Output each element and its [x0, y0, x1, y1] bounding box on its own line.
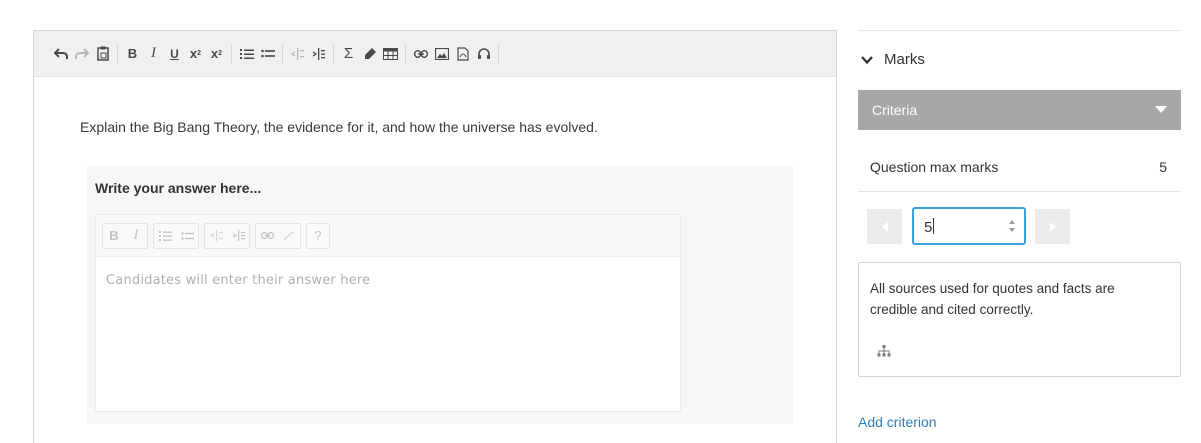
next-criterion-button[interactable] [1035, 209, 1070, 244]
answer-help-icon[interactable]: ? [307, 224, 329, 248]
max-marks-value: 5 [1159, 159, 1167, 175]
answer-area: Write your answer here... B I ? Candidat… [87, 166, 793, 424]
question-editor-page: B I U x2 x2 Σ Explain the Big Bang Theor… [0, 0, 1201, 443]
previous-criterion-button[interactable] [867, 209, 902, 244]
answer-toolbar-link [255, 222, 301, 249]
outdent-icon[interactable] [287, 44, 308, 64]
subscript-glyph: x [189, 46, 198, 61]
answer-unlink-icon[interactable] [278, 224, 300, 248]
question-editor: B I U x2 x2 Σ Explain the Big Bang Theor… [33, 30, 837, 443]
criteria-label: Criteria [872, 102, 918, 118]
redo-icon[interactable] [71, 44, 92, 64]
answer-indent-icon[interactable] [227, 224, 249, 248]
undo-icon[interactable] [50, 44, 71, 64]
toolbar-group-indent [283, 43, 334, 64]
paste-icon[interactable] [92, 44, 113, 64]
add-criterion-link[interactable]: Add criterion [858, 414, 937, 430]
image-icon[interactable] [431, 44, 452, 64]
criterion-card[interactable]: All sources used for quotes and facts ar… [858, 262, 1181, 377]
toolbar-group-media [406, 43, 499, 64]
table-icon[interactable] [380, 44, 401, 64]
subscript-icon[interactable]: x2 [185, 44, 206, 64]
caret-down-icon [1155, 106, 1167, 113]
marks-section-toggle[interactable]: Marks [860, 51, 925, 68]
bold-icon[interactable]: B [122, 44, 143, 64]
indent-icon[interactable] [308, 44, 329, 64]
headphones-icon[interactable] [473, 44, 494, 64]
answer-toolbar-help: ? [306, 222, 330, 249]
answer-italic-icon[interactable]: I [125, 224, 147, 248]
criterion-marks-input[interactable]: 5 [912, 207, 1026, 245]
sigma-icon[interactable]: Σ [338, 44, 359, 64]
marker-icon[interactable] [359, 44, 380, 64]
answer-toolbar-format: B I [102, 222, 148, 249]
max-marks-row: Question max marks 5 [858, 137, 1181, 192]
editor-toolbar: B I U x2 x2 Σ [34, 31, 836, 77]
toolbar-group-lists [232, 43, 283, 64]
answer-bold-icon[interactable]: B [103, 224, 125, 248]
answer-unordered-list-icon[interactable] [176, 224, 198, 248]
answer-outdent-icon[interactable] [205, 224, 227, 248]
answer-toolbar: B I ? [96, 215, 680, 257]
chevron-down-icon [861, 55, 873, 64]
underline-icon[interactable]: U [164, 44, 185, 64]
arrow-left-icon [881, 221, 888, 232]
marks-title: Marks [884, 51, 925, 68]
toolbar-group-format: B I U x2 x2 [118, 43, 232, 64]
arrow-right-icon [1049, 221, 1056, 232]
hierarchy-icon[interactable] [877, 345, 891, 357]
criterion-marks-value: 5 [924, 219, 933, 236]
pdf-icon[interactable] [452, 44, 473, 64]
criterion-text: All sources used for quotes and facts ar… [870, 281, 1115, 317]
superscript-glyph: x [210, 46, 219, 61]
answer-toolbar-indent [204, 222, 250, 249]
answer-link-icon[interactable] [256, 224, 278, 248]
marks-panel: Marks Criteria Question max marks 5 5 Al… [858, 30, 1181, 443]
unordered-list-icon[interactable] [257, 44, 278, 64]
italic-icon[interactable]: I [143, 44, 164, 64]
answer-editor[interactable]: B I ? Candidates will enter their answer… [95, 214, 681, 412]
answer-toolbar-lists [153, 222, 199, 249]
question-text: Explain the Big Bang Theory, the evidenc… [80, 119, 598, 135]
criteria-dropdown[interactable]: Criteria [858, 90, 1181, 130]
toolbar-group-insert: Σ [334, 43, 406, 64]
answer-placeholder: Candidates will enter their answer here [106, 273, 371, 288]
answer-ordered-list-icon[interactable] [154, 224, 176, 248]
answer-label: Write your answer here... [95, 180, 262, 196]
ordered-list-icon[interactable] [236, 44, 257, 64]
link-icon[interactable] [410, 44, 431, 64]
spinner-arrows-icon[interactable] [1008, 218, 1016, 234]
max-marks-label: Question max marks [870, 159, 999, 175]
superscript-icon[interactable]: x2 [206, 44, 227, 64]
toolbar-group-history [46, 43, 118, 64]
